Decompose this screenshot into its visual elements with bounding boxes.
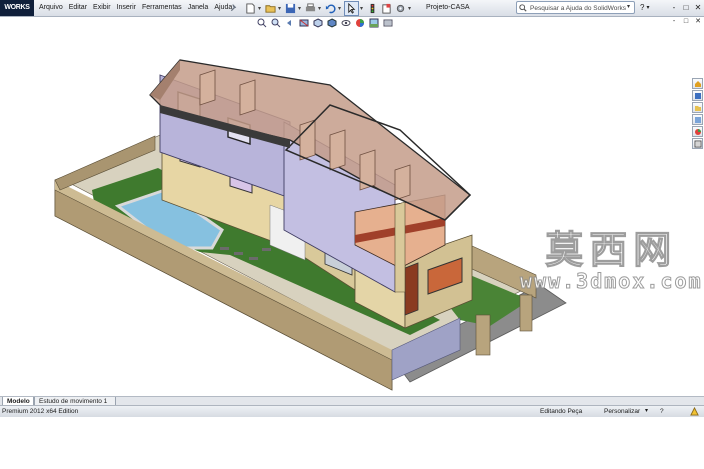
options-dropdown-icon[interactable]: ▾ — [408, 5, 413, 12]
rebuild-icon[interactable] — [366, 2, 379, 15]
file-explorer-icon[interactable] — [692, 102, 703, 113]
save-dropdown-icon[interactable]: ▾ — [298, 5, 303, 12]
doc-minimize-icon[interactable]: - — [668, 16, 680, 28]
menu-exibir[interactable]: Exibir — [90, 0, 114, 16]
print-icon[interactable] — [304, 2, 317, 15]
menu-inserir[interactable]: Inserir — [114, 0, 139, 16]
select-dropdown-icon[interactable]: ▾ — [360, 5, 365, 12]
open-dropdown-icon[interactable]: ▾ — [278, 5, 283, 12]
undo-icon[interactable] — [324, 2, 337, 15]
quick-access-toolbar: ▾ ▾ ▾ ▾ ▾ ▾ ▾ — [244, 0, 413, 16]
menu-list: Arquivo Editar Exibir Inserir Ferramenta… — [36, 0, 235, 16]
status-mode: Editando Peça — [540, 408, 583, 415]
rebuild-status-icon[interactable] — [690, 407, 699, 416]
search-placeholder: Pesquisar a Ajuda do SolidWorks — [530, 5, 626, 12]
open-icon[interactable] — [264, 2, 277, 15]
solidworks-logo[interactable]: WORKS — [0, 0, 34, 16]
door-front — [404, 262, 419, 316]
maximize-icon[interactable]: □ — [680, 0, 692, 16]
new-icon[interactable] — [244, 2, 257, 15]
view-settings-icon[interactable] — [382, 18, 393, 29]
gate-pier-1 — [475, 314, 491, 356]
help-dropdown-icon[interactable]: ▾ — [646, 1, 649, 15]
graphics-area[interactable]: 莫西网 www.3dmox.com — [0, 30, 704, 392]
menu-janela[interactable]: Janela — [185, 0, 212, 16]
design-library-icon[interactable] — [692, 90, 703, 101]
view-orientation-icon[interactable] — [312, 18, 323, 29]
edit-appearance-icon[interactable] — [354, 18, 365, 29]
display-style-icon[interactable] — [326, 18, 337, 29]
window-controls: - □ ✕ — [668, 0, 704, 16]
watermark-url: www.3dmox.com — [520, 269, 703, 293]
heads-up-toolbar — [256, 17, 393, 29]
new-dropdown-icon[interactable]: ▾ — [258, 5, 263, 12]
status-bar: Premium 2012 x64 Edition Editando Peça P… — [0, 405, 704, 417]
menu-editar[interactable]: Editar — [66, 0, 90, 16]
zoom-to-fit-icon[interactable] — [256, 18, 267, 29]
apply-scene-icon[interactable] — [368, 18, 379, 29]
close-icon[interactable]: ✕ — [692, 0, 704, 16]
select-icon[interactable] — [344, 0, 359, 16]
task-pane-tabs — [692, 78, 704, 149]
minimize-icon[interactable]: - — [668, 0, 680, 16]
status-help-icon[interactable]: ? — [660, 406, 664, 417]
help-tools: ? ▾ — [640, 1, 649, 15]
custom-properties-icon[interactable] — [692, 138, 703, 149]
view-palette-icon[interactable] — [692, 114, 703, 125]
empty-area — [0, 417, 704, 469]
customize-button[interactable]: Personalizar — [604, 406, 640, 417]
zoom-area-icon[interactable] — [270, 18, 281, 29]
doc-close-icon[interactable]: ✕ — [692, 16, 704, 28]
menu-bar: WORKS Arquivo Editar Exibir Inserir Ferr… — [0, 0, 704, 17]
undo-dropdown-icon[interactable]: ▾ — [338, 5, 343, 12]
previous-view-icon[interactable] — [284, 18, 295, 29]
document-window-controls: - □ ✕ — [668, 16, 704, 28]
search-dropdown-icon[interactable]: ▾ — [627, 3, 630, 10]
customize-dropdown-icon[interactable]: ▾ — [645, 406, 648, 417]
section-view-icon[interactable] — [298, 18, 309, 29]
doc-maximize-icon[interactable]: □ — [680, 16, 692, 28]
file-properties-icon[interactable] — [380, 2, 393, 15]
hide-show-icon[interactable] — [340, 18, 351, 29]
search-icon — [519, 4, 527, 12]
house-model[interactable] — [0, 30, 704, 392]
search-input[interactable]: Pesquisar a Ajuda do SolidWorks — [516, 1, 635, 14]
watermark-chinese: 莫西网 — [545, 228, 678, 272]
document-title: Projeto-CASA — [426, 4, 470, 11]
print-dropdown-icon[interactable]: ▾ — [318, 5, 323, 12]
options-icon[interactable] — [394, 2, 407, 15]
pin-icon[interactable] — [230, 3, 239, 12]
home-icon[interactable] — [692, 78, 703, 89]
status-edition: Premium 2012 x64 Edition — [2, 408, 79, 415]
gate-pier-2 — [519, 294, 533, 332]
menu-arquivo[interactable]: Arquivo — [36, 0, 66, 16]
watermark: 莫西网 www.3dmox.com — [520, 228, 703, 293]
save-icon[interactable] — [284, 2, 297, 15]
balcony-column — [394, 201, 406, 293]
help-icon[interactable]: ? — [640, 1, 644, 15]
appearances-icon[interactable] — [692, 126, 703, 137]
menu-ferramentas[interactable]: Ferramentas — [139, 0, 185, 16]
